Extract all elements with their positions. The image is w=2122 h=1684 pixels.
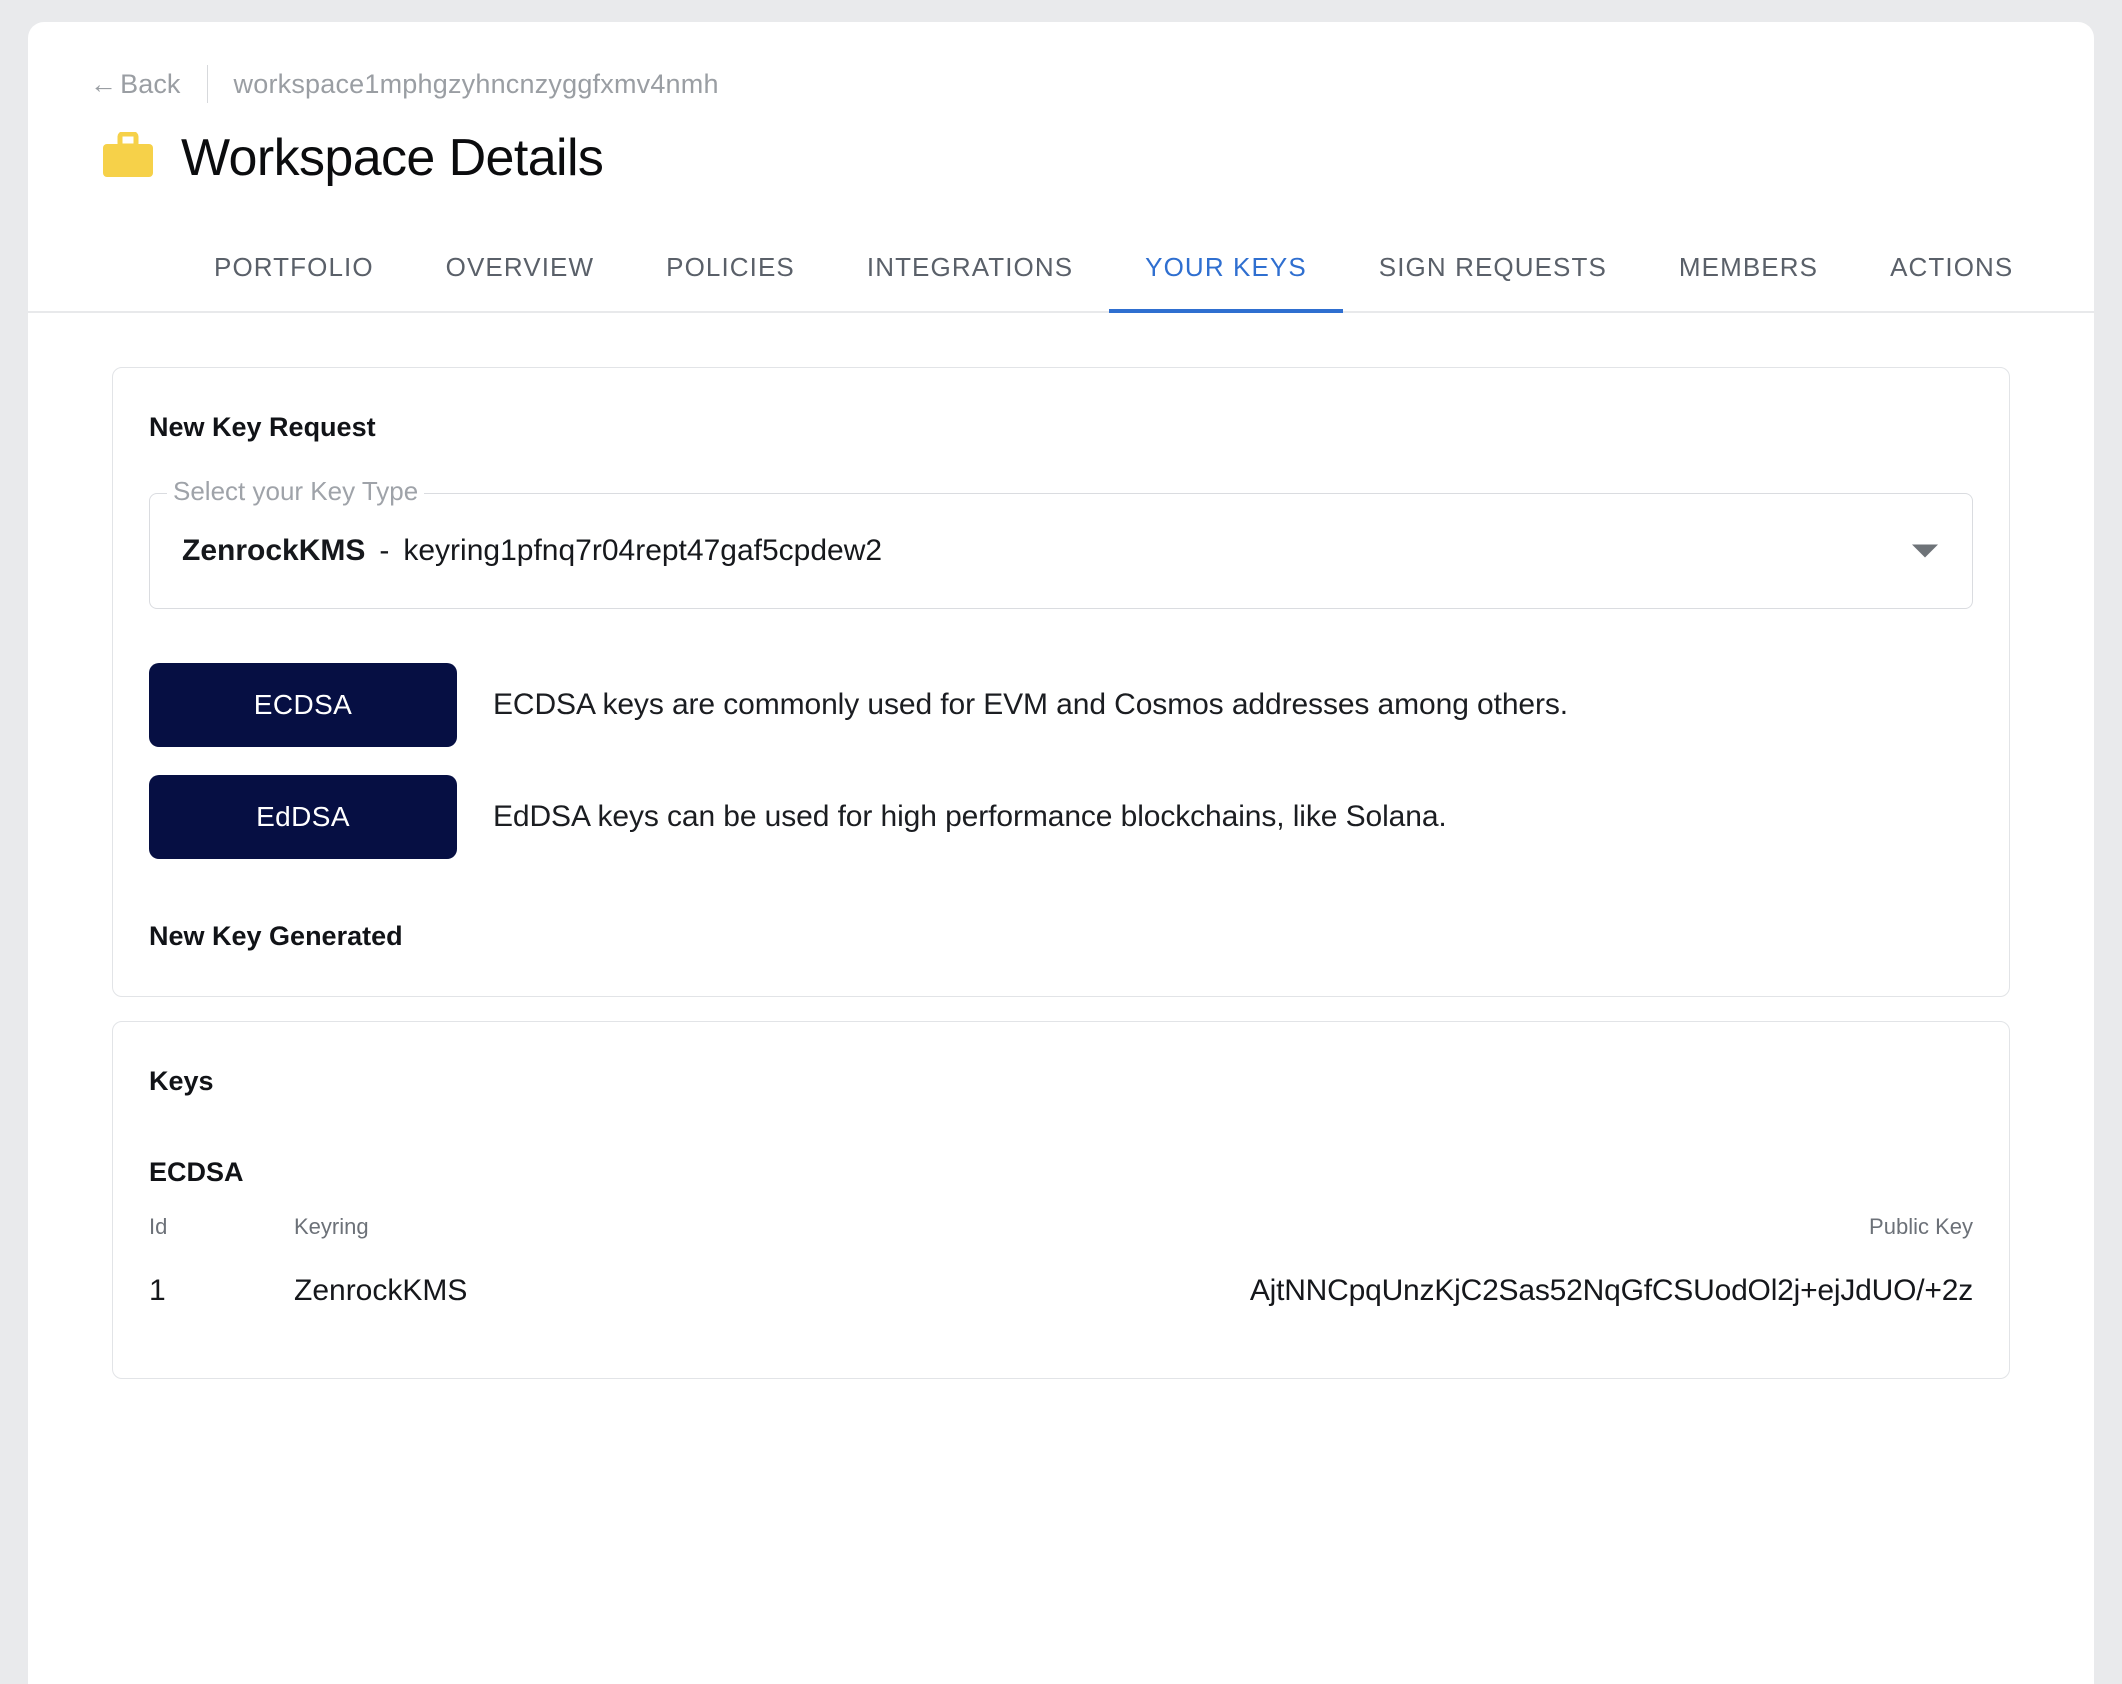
key-type-row-eddsa: EdDSA EdDSA keys can be used for high pe… — [149, 775, 1973, 859]
keys-heading: Keys — [149, 1066, 214, 1096]
tab-members[interactable]: MEMBERS — [1643, 252, 1854, 311]
tab-policies[interactable]: POLICIES — [630, 252, 831, 311]
tab-overview[interactable]: OVERVIEW — [410, 252, 630, 311]
main-content: New Key Request Select your Key Type Zen… — [28, 313, 2094, 1379]
column-header-id: Id — [149, 1214, 168, 1239]
tab-actions[interactable]: ACTIONS — [1854, 252, 2049, 311]
key-type-select-value: ZenrockKMS - keyring1pfnq7r04rept47gaf5c… — [182, 534, 882, 568]
new-key-request-heading: New Key Request — [149, 412, 376, 442]
key-type-label: Select your Key Type — [167, 476, 425, 507]
breadcrumb-workspace-id: workspace1mphgzyhncnzyggfxmv4nmh — [233, 68, 719, 99]
keys-group-heading-ecdsa: ECDSA — [149, 1157, 244, 1187]
key-type-row-ecdsa: ECDSA ECDSA keys are commonly used for E… — [149, 663, 1973, 747]
eddsa-description: EdDSA keys can be used for high performa… — [493, 800, 1447, 833]
breadcrumb: ← Back workspace1mphgzyhncnzyggfxmv4nmh — [28, 22, 2094, 103]
new-key-request-card: New Key Request Select your Key Type Zen… — [112, 367, 2010, 997]
select-value-keyring-name: ZenrockKMS — [182, 534, 366, 567]
table-row[interactable]: 1 ZenrockKMS AjtNNCpqUnzKjC2Sas52NqGfCSU… — [149, 1274, 1973, 1308]
cell-id: 1 — [149, 1274, 166, 1307]
tab-bar: PORTFOLIO OVERVIEW POLICIES INTEGRATIONS… — [28, 252, 2094, 313]
key-type-select[interactable]: ZenrockKMS - keyring1pfnq7r04rept47gaf5c… — [149, 493, 1973, 609]
back-label: Back — [120, 68, 181, 99]
new-key-generated-heading: New Key Generated — [149, 921, 403, 951]
eddsa-button[interactable]: EdDSA — [149, 775, 457, 859]
cell-public-key: AjtNNCpqUnzKjC2Sas52NqGfCSUodOl2j+ejJdUO… — [1249, 1274, 1973, 1307]
ecdsa-description: ECDSA keys are commonly used for EVM and… — [493, 688, 1569, 721]
keys-table: Id Keyring Public Key 1 ZenrockKMS AjtNN… — [149, 1214, 1973, 1308]
tab-your-keys[interactable]: YOUR KEYS — [1109, 252, 1343, 313]
tab-integrations[interactable]: INTEGRATIONS — [831, 252, 1109, 311]
tab-sign-requests[interactable]: SIGN REQUESTS — [1343, 252, 1643, 311]
app-window: ← Back workspace1mphgzyhncnzyggfxmv4nmh … — [28, 22, 2094, 1684]
chevron-down-icon[interactable] — [1912, 544, 1938, 558]
briefcase-icon — [102, 131, 154, 185]
page-title-row: Workspace Details — [28, 84, 2094, 188]
keys-card: Keys ECDSA Id Keyring Public Key 1 Zenro… — [112, 1021, 2010, 1379]
back-button[interactable]: ← Back — [90, 69, 181, 100]
back-arrow-icon: ← — [90, 68, 118, 99]
tab-portfolio[interactable]: PORTFOLIO — [178, 252, 410, 311]
screen-root: ← Back workspace1mphgzyhncnzyggfxmv4nmh … — [0, 0, 2122, 1684]
table-header-row: Id Keyring Public Key — [149, 1214, 1973, 1274]
key-type-field: Select your Key Type ZenrockKMS - keyrin… — [149, 476, 1973, 609]
cell-keyring: ZenrockKMS — [294, 1274, 468, 1307]
select-value-separator: - — [379, 534, 390, 567]
select-value-keyring-id: keyring1pfnq7r04rept47gaf5cpdew2 — [403, 534, 883, 567]
ecdsa-button[interactable]: ECDSA — [149, 663, 457, 747]
column-header-keyring: Keyring — [294, 1214, 369, 1239]
breadcrumb-divider — [206, 65, 208, 103]
key-type-options: ECDSA ECDSA keys are commonly used for E… — [149, 663, 1973, 859]
page-title: Workspace Details — [181, 129, 604, 187]
column-header-public-key: Public Key — [1869, 1214, 1973, 1239]
